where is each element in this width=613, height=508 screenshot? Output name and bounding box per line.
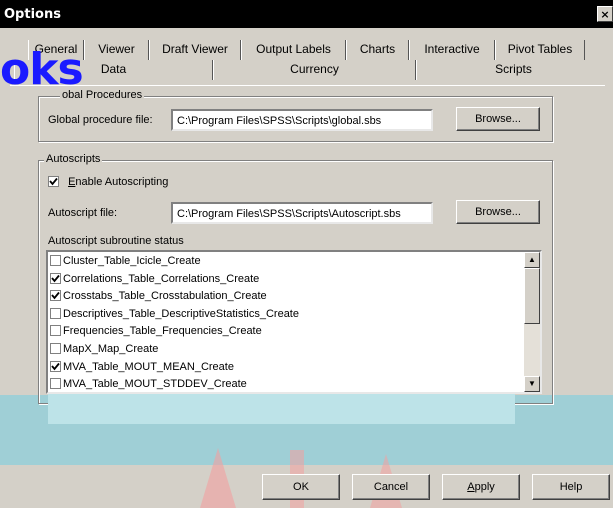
list-item[interactable]: Crosstabs_Table_Crosstabulation_Create: [50, 287, 267, 305]
checked-checkbox[interactable]: [50, 360, 61, 372]
autoscript-file-field[interactable]: C:\Program Files\SPSS\Scripts\Autoscript…: [171, 202, 433, 224]
tab-panel-edge: [10, 85, 605, 86]
scroll-down-icon[interactable]: ▼: [524, 376, 540, 392]
tab-viewer[interactable]: Viewer: [84, 40, 149, 60]
enable-autoscripting-label: Enable Autoscripting: [68, 176, 169, 188]
scroll-thumb[interactable]: [524, 268, 540, 324]
unchecked-checkbox[interactable]: [50, 378, 61, 390]
tab-interactive[interactable]: Interactive: [409, 40, 495, 60]
apply-button[interactable]: Apply: [442, 474, 520, 500]
checked-checkbox[interactable]: [50, 272, 61, 284]
list-background-band: [48, 394, 515, 424]
list-item[interactable]: Correlations_Table_Correlations_Create: [50, 270, 259, 288]
tab-row-1: General Viewer Draft Viewer Output Label…: [28, 40, 585, 60]
enable-autoscripting-checkbox[interactable]: [48, 176, 59, 187]
autoscript-browse-button[interactable]: Browse...: [456, 200, 540, 224]
list-item-label: MVA_Table_MOUT_STDDEV_Create: [63, 378, 247, 391]
list-item[interactable]: MVA_Table_MOUT_MEAN_Create: [50, 358, 234, 376]
global-file-field[interactable]: C:\Program Files\SPSS\Scripts\global.sbs: [171, 109, 433, 131]
global-file-label: Global procedure file:: [48, 114, 153, 126]
options-dialog: Options × General Viewer Draft Viewer Ou…: [0, 0, 613, 508]
list-item[interactable]: Frequencies_Table_Frequencies_Create: [50, 322, 262, 340]
list-item-label: MVA_Table_MOUT_MEAN_Create: [63, 360, 234, 373]
unchecked-checkbox[interactable]: [50, 255, 61, 266]
list-item-label: Correlations_Table_Correlations_Create: [63, 272, 260, 285]
tab-output-labels[interactable]: Output Labels: [241, 40, 346, 60]
close-icon[interactable]: ×: [597, 6, 613, 22]
ok-button[interactable]: OK: [262, 474, 340, 500]
tab-scripts[interactable]: Scripts: [416, 60, 610, 80]
tab-pivot-tables[interactable]: Pivot Tables: [495, 40, 585, 60]
list-item[interactable]: MapX_Map_Create: [50, 340, 158, 358]
subroutine-status-label: Autoscript subroutine status: [48, 235, 184, 247]
list-item[interactable]: Descriptives_Table_DescriptiveStatistics…: [50, 305, 299, 323]
subroutine-list[interactable]: Cluster_Table_Icicle_Create Correlations_…: [46, 250, 542, 424]
scroll-up-icon[interactable]: ▲: [524, 252, 540, 268]
tab-draft-viewer[interactable]: Draft Viewer: [149, 40, 241, 60]
unchecked-checkbox[interactable]: [50, 307, 61, 319]
checked-checkbox[interactable]: [50, 290, 61, 302]
list-item-label: Frequencies_Table_Frequencies_Create: [63, 325, 262, 338]
list-item[interactable]: MVA_Table_MOUT_STDDEV_Create: [50, 375, 247, 393]
unchecked-checkbox[interactable]: [50, 325, 61, 337]
title-bar: Options ×: [0, 0, 613, 28]
list-item-label: Cluster_Table_Icicle_Create: [63, 255, 201, 267]
list-scrollbar[interactable]: ▲ ▼: [524, 252, 540, 392]
autoscript-file-label: Autoscript file:: [48, 207, 118, 219]
window-title: Options: [4, 7, 61, 22]
cancel-button[interactable]: Cancel: [352, 474, 430, 500]
list-item-label: MapX_Map_Create: [63, 343, 159, 355]
enable-autoscripting[interactable]: Enable Autoscripting: [48, 176, 168, 188]
unchecked-checkbox[interactable]: [50, 343, 61, 354]
tab-charts[interactable]: Charts: [346, 40, 409, 60]
list-item[interactable]: Cluster_Table_Icicle_Create: [50, 252, 201, 270]
autoscripts-legend: Autoscripts: [44, 153, 103, 165]
global-browse-button[interactable]: Browse...: [456, 107, 540, 131]
help-button[interactable]: Help: [532, 474, 610, 500]
list-item-label: Descriptives_Table_DescriptiveStatistics…: [63, 307, 299, 320]
overlay-text: oks: [0, 44, 84, 95]
tab-row-2: Data Currency Scripts: [14, 60, 610, 80]
list-item-label: Crosstabs_Table_Crosstabulation_Create: [63, 290, 267, 303]
tab-currency[interactable]: Currency: [213, 60, 416, 80]
